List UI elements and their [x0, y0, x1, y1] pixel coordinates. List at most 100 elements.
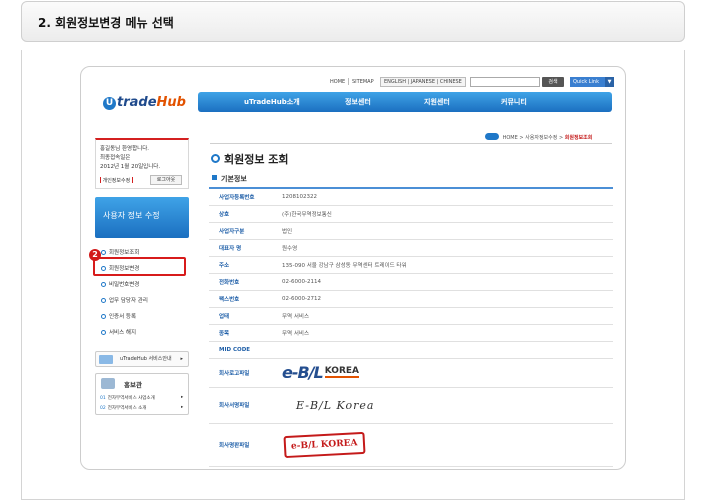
table-row: 회사명판파일 e-B/L KOREA [209, 423, 613, 467]
highlight-box [93, 257, 186, 276]
sidebar-item-staff[interactable]: 업무 담당자 관리 [95, 293, 189, 309]
chevron-right-icon: ▸ [181, 395, 184, 400]
logout-button[interactable]: 로그아웃 [150, 175, 182, 185]
chevron-right-icon: ▸ [180, 356, 183, 362]
company-logo-image: e-B/L KOREA [274, 358, 613, 388]
quick-link-select[interactable]: Quick Link ▼ [570, 77, 614, 87]
page-title: 회원정보 조회 [211, 151, 289, 167]
step-badge: 2 [89, 249, 101, 261]
field-label: 업태 [209, 307, 274, 325]
company-stamp-image: e-B/L KOREA [274, 423, 613, 467]
sidebar-item-cancel[interactable]: 서비스 해지 [95, 325, 189, 341]
field-label: 사업자구분 [209, 222, 274, 240]
ebl-logo: e-B/L KOREA [282, 363, 359, 382]
field-value: 무역 서비스 [274, 307, 613, 325]
breadcrumb-parent[interactable]: 사용자정보수정 [525, 135, 557, 141]
promo-link[interactable]: 01 전자무역서비스 사업소개 ▸ [100, 395, 183, 401]
breadcrumb-separator: > [558, 135, 564, 141]
section-title: 기본정보 [212, 174, 247, 184]
welcome-line: 홍길동님 환영합니다. [100, 146, 150, 152]
sidebar-item-password[interactable]: 비밀번호변경 [95, 277, 189, 293]
sidebar-item-label: 서비스 해지 [109, 330, 137, 336]
logo-hub-text: Hub [156, 95, 186, 110]
profile-edit-link[interactable]: 개인정보수정 [103, 178, 131, 184]
home-icon[interactable] [485, 133, 499, 140]
field-label: 회사로고파일 [209, 358, 274, 388]
breadcrumb-current: 회원정보조회 [564, 135, 593, 141]
step-header: 2. 회원정보변경 메뉴 선택 [21, 1, 685, 42]
profile-edit-row: 개인정보수정 [100, 177, 133, 186]
table-row: 사업자구분 법인 [209, 222, 613, 240]
utradehub-logo[interactable]: UtradeHub [103, 95, 186, 110]
field-label: 회사서명파일 [209, 387, 274, 424]
promo-link-number: 02 [100, 406, 106, 411]
quick-link-label: Quick Link [573, 79, 599, 85]
promo-link-label: 전자무역서비스 사업소개 [107, 396, 155, 401]
table-row: 상호 (주)한국무역정보통신 [209, 205, 613, 223]
field-value: 02-6000-2114 [274, 273, 613, 291]
field-value: 법인 [274, 222, 613, 240]
last-login-date: 2012년 1월 20일입니다. [100, 164, 161, 170]
red-marker-icon [100, 177, 101, 183]
field-label: MID CODE [209, 341, 274, 359]
home-link[interactable]: HOME [330, 79, 345, 85]
bullet-circle-icon [101, 330, 106, 335]
search-button[interactable]: 검색 [542, 77, 564, 87]
field-label: 전화번호 [209, 273, 274, 291]
service-guide-label: uTradeHub 서비스안내 [120, 356, 172, 362]
field-value: (주)한국무역정보통신 [274, 205, 613, 223]
square-bullet-icon [212, 175, 217, 180]
promo-box: 홍보관 01 전자무역서비스 사업소개 ▸ 02 전자무역서비스 소개 ▸ [95, 373, 189, 415]
logo-trade-text: trade [117, 95, 157, 110]
nav-item-community[interactable]: 커뮤니티 [501, 97, 527, 107]
nav-item-about[interactable]: uTradeHub소개 [244, 97, 300, 107]
table-row: 전화번호 02-6000-2114 [209, 273, 613, 291]
title-ring-icon [211, 154, 220, 163]
nav-item-support-center[interactable]: 지원센터 [424, 97, 450, 107]
sitemap-link[interactable]: SITEMAP [352, 79, 374, 85]
table-row: 업태 무역 서비스 [209, 307, 613, 325]
field-value: 1208102322 [274, 188, 613, 206]
promo-link-number: 01 [100, 396, 106, 401]
field-value: 02-6000-2712 [274, 290, 613, 308]
field-value: 135-090 서울 강남구 삼성동 무역센터 트레이드 타워 [274, 256, 613, 274]
sidebar-item-certificate[interactable]: 인증서 등록 [95, 309, 189, 325]
field-label: 사업자등록번호 [209, 188, 274, 206]
table-row: 주소 135-090 서울 강남구 삼성동 무역센터 트레이드 타워 [209, 256, 613, 274]
breadcrumb-separator: > [519, 135, 524, 141]
service-guide-button[interactable]: uTradeHub 서비스안내 ▸ [95, 351, 189, 367]
last-login-label: 최종접속일은 [100, 155, 131, 161]
bullet-circle-icon [101, 298, 106, 303]
table-row: 회사서명파일 E-B/L Korea [209, 387, 613, 424]
language-selector[interactable]: ENGLISH | JAPANESE | CHINESE [380, 77, 466, 87]
sidebar-item-label: 업무 담당자 관리 [109, 298, 148, 304]
field-value [274, 341, 613, 359]
promo-link[interactable]: 02 전자무역서비스 소개 ▸ [100, 405, 183, 411]
section-title-text: 기본정보 [221, 175, 247, 183]
field-label: 팩스번호 [209, 290, 274, 308]
step-title: 2. 회원정보변경 메뉴 선택 [38, 16, 174, 30]
sidebar-item-label: 비밀번호변경 [109, 282, 140, 288]
stamp-text: e-B/L KOREA [283, 431, 366, 458]
field-label: 대표자 명 [209, 239, 274, 257]
table-row: 종목 무역 서비스 [209, 324, 613, 342]
monitor-icon [99, 355, 113, 364]
field-label: 상호 [209, 205, 274, 223]
table-row: 대표자 명 원수영 [209, 239, 613, 257]
member-info-table: 사업자등록번호 1208102322 상호 (주)한국무역정보통신 사업자구분 법인 … [209, 187, 613, 467]
breadcrumb: HOME > 사용자정보수정 > 회원정보조회 [485, 133, 592, 141]
promo-title: 홍보관 [124, 381, 142, 389]
breadcrumb-divider [210, 143, 612, 144]
ebl-logo-text: e-B/L [282, 363, 324, 382]
chevron-down-icon[interactable]: ▼ [605, 77, 614, 87]
table-row: 사업자등록번호 1208102322 [209, 188, 613, 206]
nav-item-info-center[interactable]: 정보센터 [345, 97, 371, 107]
screenshot-frame: HOME SITEMAP ENGLISH | JAPANESE | CHINES… [80, 66, 626, 470]
search-input[interactable] [470, 77, 540, 87]
bullet-circle-icon [101, 250, 106, 255]
field-label: 주소 [209, 256, 274, 274]
promo-link-label: 전자무역서비스 소개 [107, 406, 147, 411]
breadcrumb-home[interactable]: HOME [503, 135, 518, 141]
field-label: 회사명판파일 [209, 423, 274, 467]
field-value: 원수영 [274, 239, 613, 257]
